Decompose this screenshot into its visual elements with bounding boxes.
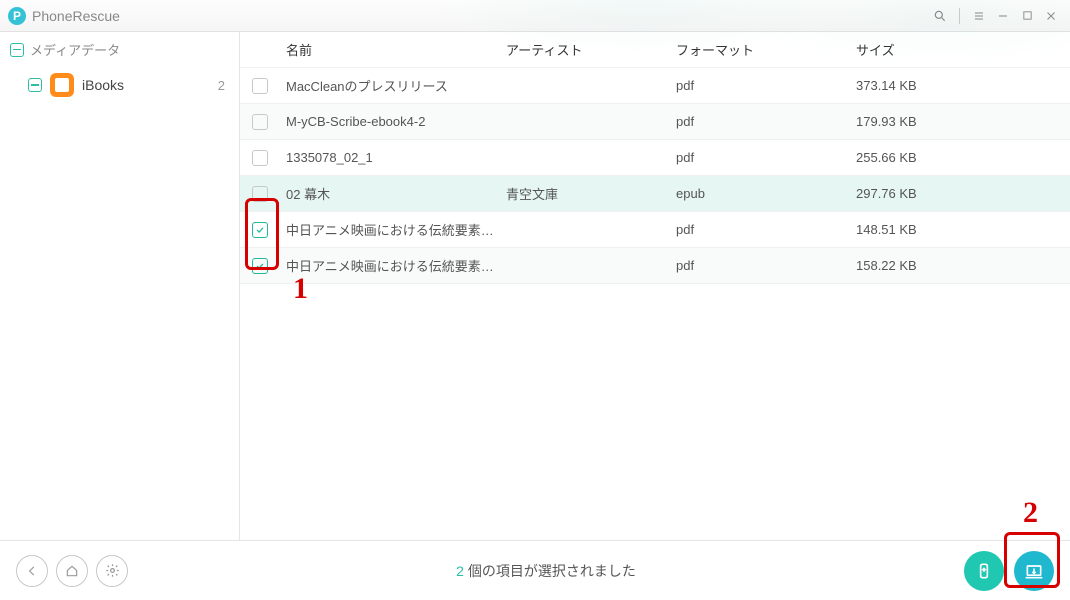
cell-format: pdf [670, 258, 850, 273]
cell-size: 158.22 KB [850, 258, 1010, 273]
selected-suffix: 個の項目が選択されました [464, 563, 636, 579]
sidebar-group-media[interactable]: メディアデータ [0, 32, 239, 67]
table-row[interactable]: 中日アニメ映画における伝統要素について —『... pdf148.51 KB [240, 212, 1070, 248]
divider [959, 8, 960, 24]
sidebar: メディアデータ iBooks 2 [0, 32, 240, 540]
cell-name: 中日アニメ映画における伝統要素について —『... [280, 256, 500, 275]
table-row[interactable]: M-yCB-Scribe-ebook4-2 pdf179.93 KB [240, 104, 1070, 140]
cell-size: 297.76 KB [850, 186, 1010, 201]
cell-format: pdf [670, 150, 850, 165]
cell-name: M-yCB-Scribe-ebook4-2 [280, 114, 500, 129]
search-icon[interactable] [931, 7, 949, 25]
selection-status: 2 個の項目が選択されました [128, 561, 964, 581]
row-checkbox[interactable] [252, 78, 268, 94]
cell-format: epub [670, 186, 850, 201]
cell-name: 02 幕木 [280, 184, 500, 203]
table-row[interactable]: MacCleanのプレスリリース pdf373.14 KB [240, 68, 1070, 104]
home-button[interactable] [56, 555, 88, 587]
row-checkbox[interactable] [252, 258, 268, 274]
sidebar-group-label: メディアデータ [30, 40, 120, 59]
cell-format: pdf [670, 78, 850, 93]
title-bar: P PhoneRescue [0, 0, 1070, 32]
collapse-icon[interactable] [10, 43, 24, 57]
col-artist[interactable]: アーティスト [500, 40, 670, 59]
menu-icon[interactable] [970, 7, 988, 25]
row-checkbox[interactable] [252, 222, 268, 238]
col-format[interactable]: フォーマット [670, 40, 850, 59]
selected-count: 2 [456, 563, 464, 579]
footer-bar: 2 個の項目が選択されました [0, 540, 1070, 600]
row-checkbox[interactable] [252, 150, 268, 166]
back-button[interactable] [16, 555, 48, 587]
app-name: PhoneRescue [32, 8, 120, 24]
cell-format: pdf [670, 114, 850, 129]
cell-size: 373.14 KB [850, 78, 1010, 93]
table-header: 名前 アーティスト フォーマット サイズ [240, 32, 1070, 68]
col-name[interactable]: 名前 [280, 40, 500, 59]
cell-artist: 青空文庫 [500, 184, 670, 203]
cell-size: 179.93 KB [850, 114, 1010, 129]
close-button[interactable] [1042, 7, 1060, 25]
table-row[interactable]: 中日アニメ映画における伝統要素について —『... pdf158.22 KB [240, 248, 1070, 284]
recover-to-device-button[interactable] [964, 551, 1004, 591]
recover-to-computer-button[interactable] [1014, 551, 1054, 591]
col-size[interactable]: サイズ [850, 40, 1010, 59]
collapse-icon[interactable] [28, 78, 42, 92]
settings-button[interactable] [96, 555, 128, 587]
sidebar-item-label: iBooks [82, 77, 218, 93]
app-logo-icon: P [8, 7, 26, 25]
table-row[interactable]: 1335078_02_1 pdf255.66 KB [240, 140, 1070, 176]
ibooks-icon [50, 73, 74, 97]
row-checkbox[interactable] [252, 114, 268, 130]
cell-name: 1335078_02_1 [280, 150, 500, 165]
maximize-button[interactable] [1018, 7, 1036, 25]
sidebar-item-ibooks[interactable]: iBooks 2 [0, 67, 239, 103]
sidebar-item-count: 2 [218, 78, 225, 93]
cell-size: 255.66 KB [850, 150, 1010, 165]
file-table: 名前 アーティスト フォーマット サイズ MacCleanのプレスリリース pdf… [240, 32, 1070, 540]
cell-size: 148.51 KB [850, 222, 1010, 237]
row-checkbox[interactable] [252, 186, 268, 202]
table-row[interactable]: 02 幕木青空文庫epub297.76 KB [240, 176, 1070, 212]
minimize-button[interactable] [994, 7, 1012, 25]
cell-name: MacCleanのプレスリリース [280, 76, 500, 95]
cell-format: pdf [670, 222, 850, 237]
cell-name: 中日アニメ映画における伝統要素について —『... [280, 220, 500, 239]
